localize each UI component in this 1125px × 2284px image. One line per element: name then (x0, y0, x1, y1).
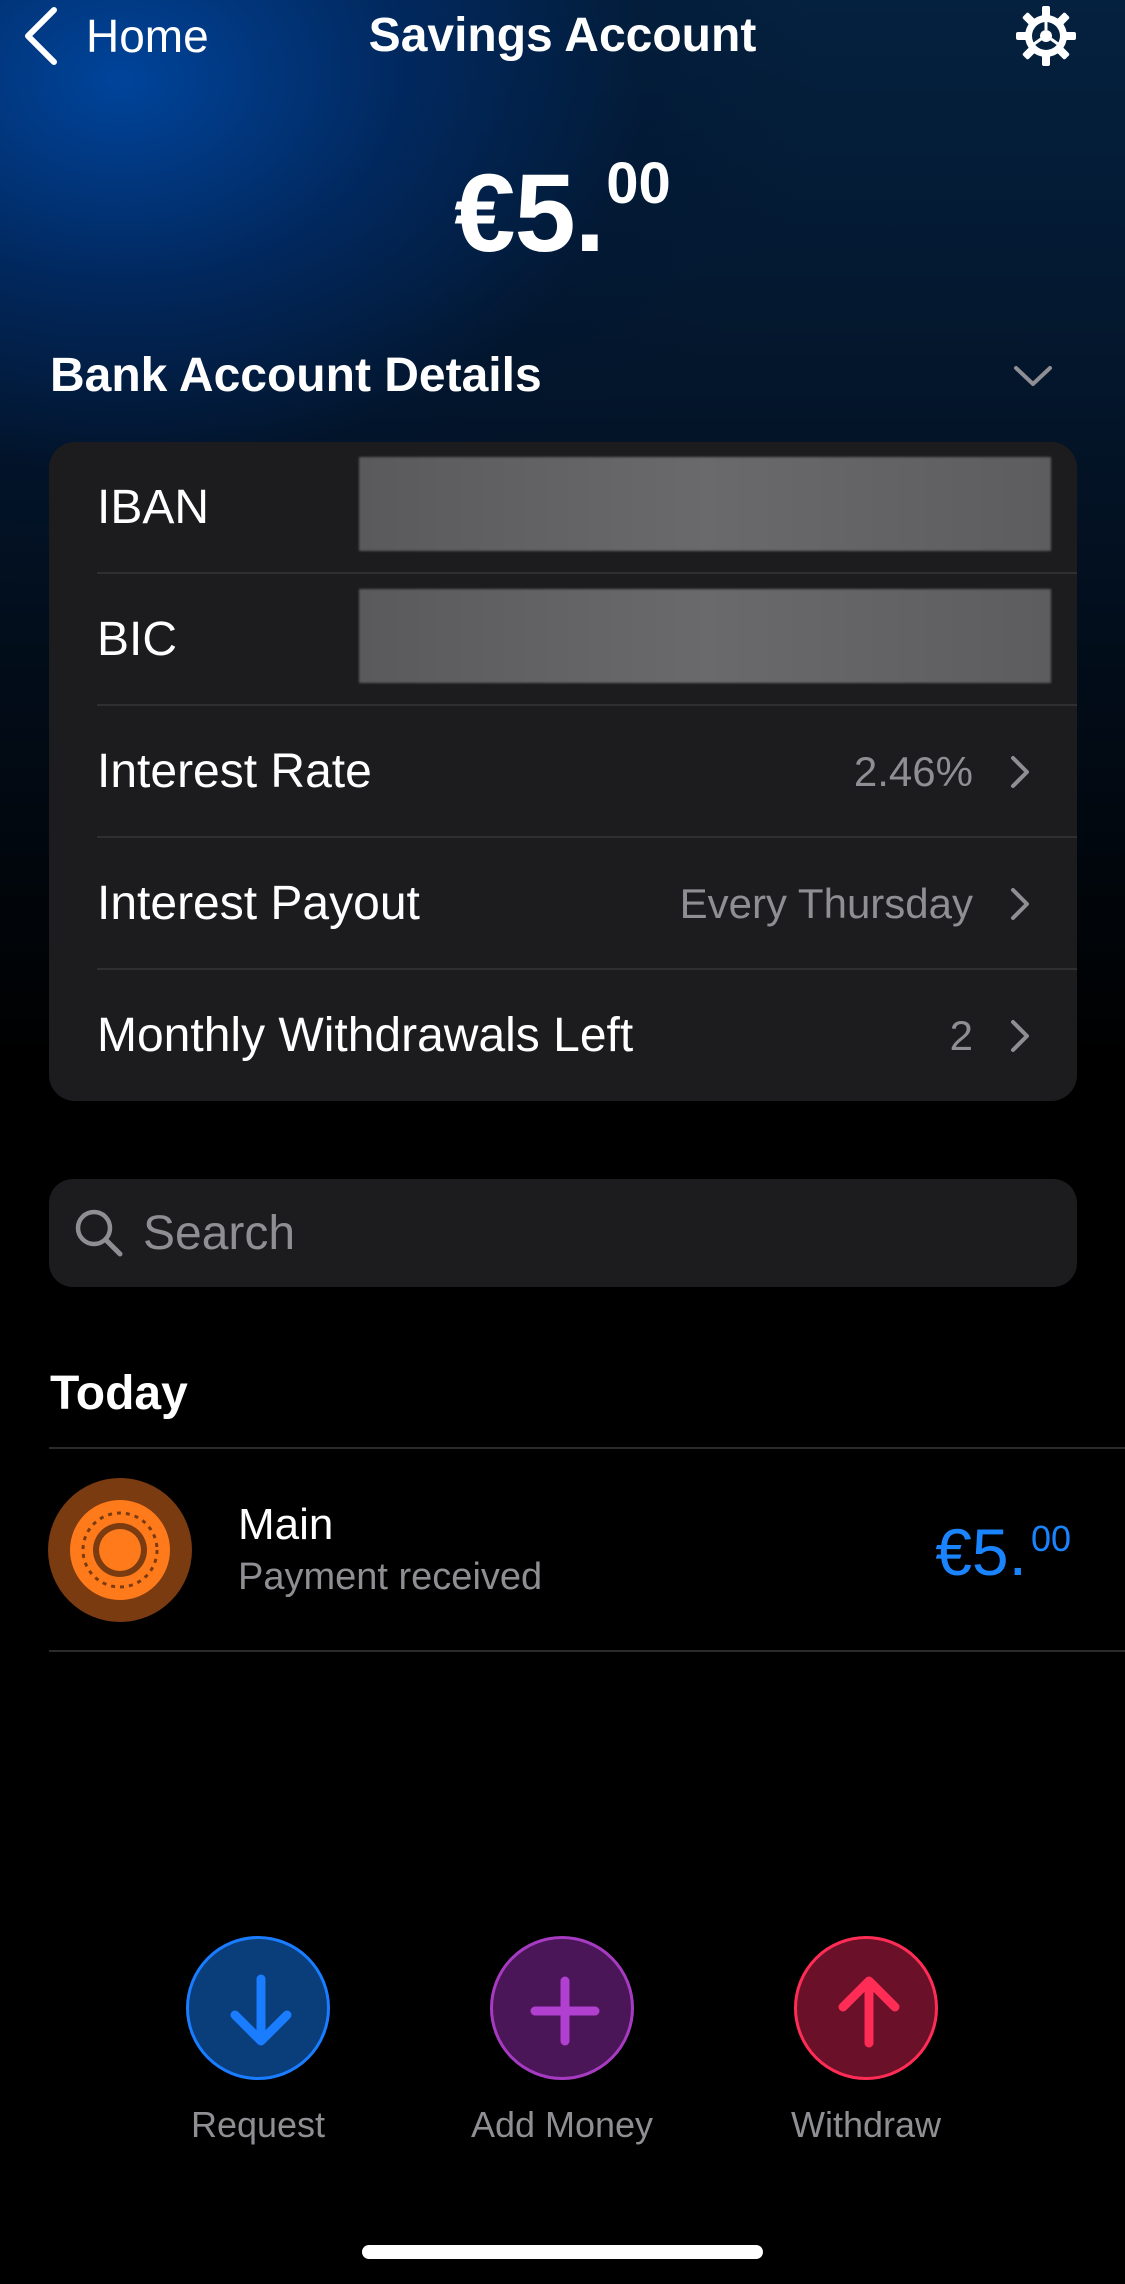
transaction-amount: €5. 00 (935, 1514, 1071, 1590)
monthly-withdrawals-label: Monthly Withdrawals Left (97, 1009, 634, 1062)
home-indicator[interactable] (362, 2245, 763, 2259)
gear-icon[interactable] (1014, 4, 1078, 68)
monthly-withdrawals-value: 2 (949, 1012, 973, 1059)
divider (49, 1650, 1125, 1652)
transaction-subtitle: Payment received (238, 1556, 543, 1598)
detail-row-bic[interactable]: BIC (49, 574, 1077, 706)
interest-rate-value: 2.46% (853, 748, 973, 795)
transactions-group-title: Today (50, 1367, 188, 1420)
chevron-down-icon[interactable] (1010, 360, 1056, 390)
interest-payout-label: Interest Payout (97, 877, 420, 930)
bank-account-details-title: Bank Account Details (50, 349, 542, 402)
add-money-label: Add Money (470, 2104, 654, 2145)
interest-rate-label: Interest Rate (97, 745, 372, 798)
request-label: Request (190, 2104, 326, 2145)
balance-amount: €5. (454, 152, 605, 275)
iban-value-redacted (359, 457, 1051, 551)
transaction-name: Main (238, 1500, 334, 1549)
detail-row-monthly-withdrawals[interactable]: Monthly Withdrawals Left 2 (49, 970, 1077, 1101)
detail-row-interest-payout[interactable]: Interest Payout Every Thursday (49, 838, 1077, 970)
search-icon (75, 1209, 123, 1257)
request-circle (186, 1936, 330, 2080)
bic-label: BIC (97, 613, 178, 666)
add-money-circle (490, 1936, 634, 2080)
savings-avatar (48, 1478, 192, 1622)
transaction-amount-cents: 00 (1030, 1518, 1071, 1559)
detail-row-interest-rate[interactable]: Interest Rate 2.46% (49, 706, 1077, 838)
add-money-button[interactable]: Add Money (462, 1936, 662, 2146)
withdraw-label: Withdraw (790, 2104, 942, 2145)
withdraw-circle (794, 1936, 938, 2080)
arrow-down-icon (230, 1974, 292, 2046)
search-bar[interactable] (49, 1179, 1077, 1287)
plus-icon (530, 1976, 600, 2046)
balance-cents: 00 (606, 151, 671, 216)
transaction-row[interactable]: Main Payment received €5. 00 (0, 1448, 1125, 1650)
bic-value-redacted (359, 589, 1051, 683)
chevron-right-icon (1011, 1020, 1029, 1052)
bank-account-details-card: IBAN BIC Interest Rate 2.46% Interest Pa… (49, 442, 1077, 1101)
savings-sun-icon (70, 1500, 170, 1600)
account-balance: €5.00 (0, 150, 1125, 277)
request-button[interactable]: Request (158, 1936, 358, 2146)
page-title: Savings Account (368, 9, 757, 62)
withdraw-button[interactable]: Withdraw (766, 1936, 966, 2146)
arrow-up-icon (838, 1976, 900, 2048)
chevron-right-icon (1011, 756, 1029, 788)
chevron-right-icon (1011, 888, 1029, 920)
iban-label: IBAN (97, 481, 210, 534)
savings-account-screen: Home Savings Account €5.00 Bank Account … (0, 0, 1125, 2284)
interest-payout-value: Every Thursday (679, 880, 973, 927)
search-input[interactable] (143, 1179, 1043, 1287)
detail-row-iban[interactable]: IBAN (49, 442, 1077, 574)
navigation-bar: Home Savings Account (0, 0, 1125, 75)
transaction-amount-main: €5. (935, 1515, 1027, 1589)
